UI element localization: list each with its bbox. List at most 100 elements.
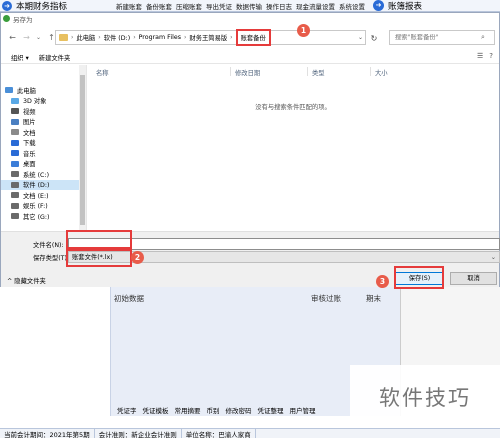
func-voucher-tidy[interactable]: 凭证整理 xyxy=(257,405,285,415)
function-bar: 凭证字 凭证模板 常用摘要 币别 修改密码 凭证整理 用户管理 xyxy=(116,405,317,415)
organize-button[interactable]: 组织 ▾ xyxy=(11,53,29,62)
initial-data-label[interactable]: 初始数据 xyxy=(114,293,144,304)
nav-item[interactable]: 图片 xyxy=(1,117,86,128)
app-topbar: ➜ 本期财务指标 新建账套 备份账套 压缩账套 导出凭证 数据传输 操作日志 现… xyxy=(0,0,500,12)
drive-icon xyxy=(11,213,19,220)
menu-new-ledger[interactable]: 新建账套 xyxy=(116,1,142,11)
nav-item-label: 此电脑 xyxy=(17,87,36,95)
hide-folders-label: 隐藏文件夹 xyxy=(14,278,46,285)
app-icon xyxy=(3,15,10,22)
nav-item[interactable]: 此电脑 xyxy=(1,85,86,96)
nav-item[interactable]: 其它 (G:) xyxy=(1,211,86,222)
func-change-password[interactable]: 修改密码 xyxy=(225,405,253,415)
app-statusbar: 当前会计期间：2021年第5期 会计准则：新企业会计准则 单位名称：巴渝人家商 xyxy=(0,428,500,438)
chevron-up-icon: ^ xyxy=(7,278,13,285)
menu-compress-ledger[interactable]: 压缩账套 xyxy=(176,1,202,11)
nav-item[interactable]: 3D 对象 xyxy=(1,96,86,107)
nav-item-label: 3D 对象 xyxy=(23,98,47,106)
step-badge-1: 1 xyxy=(297,24,310,37)
arrow-right-icon: ➜ xyxy=(2,0,12,11)
menu-operation-log[interactable]: 操作日志 xyxy=(266,1,292,11)
status-standard: 会计准则：新企业会计准则 xyxy=(95,428,182,438)
filename-input[interactable] xyxy=(68,238,500,250)
menu-system-settings[interactable]: 系统设置 xyxy=(339,1,365,11)
breadcrumb-this-pc[interactable]: 此电脑 xyxy=(76,33,95,42)
help-icon[interactable]: ? xyxy=(489,52,493,60)
nav-item[interactable]: 软件 (D:) xyxy=(1,179,86,190)
forward-arrow-icon[interactable]: → xyxy=(21,32,32,43)
audit-post-label[interactable]: 审核过账 xyxy=(311,293,341,304)
save-as-dialog: 另存为 ← → ⌄ ↑ › 此电脑 › 软件 (D:) › Program Fi… xyxy=(0,12,500,287)
nav-item[interactable]: 文档 (E:) xyxy=(1,190,86,201)
watermark: 软件技巧 xyxy=(350,365,500,428)
nav-item[interactable]: 视频 xyxy=(1,106,86,117)
search-input[interactable] xyxy=(395,34,481,41)
menu-backup-ledger[interactable]: 备份账套 xyxy=(146,1,172,11)
desktop-icon xyxy=(11,160,19,167)
nav-item[interactable]: 文档 xyxy=(1,127,86,138)
hide-folders-toggle[interactable]: ^ 隐藏文件夹 xyxy=(7,276,46,285)
breadcrumb-program-files[interactable]: Program Files xyxy=(139,34,181,41)
nav-item[interactable]: 系统 (C:) xyxy=(1,169,86,180)
nav-item[interactable]: 娱乐 (F:) xyxy=(1,201,86,212)
func-voucher-word[interactable]: 凭证字 xyxy=(116,405,138,415)
dialog-title-bar: 另存为 xyxy=(1,13,499,24)
column-modified[interactable]: 修改日期 xyxy=(235,68,260,77)
menu-data-transfer[interactable]: 数据传输 xyxy=(236,1,262,11)
nav-item[interactable]: 桌面 xyxy=(1,159,86,170)
refresh-icon[interactable]: ↻ xyxy=(368,33,380,45)
ledger-report-button[interactable]: ➜ 账簿报表 xyxy=(373,0,422,12)
column-size[interactable]: 大小 xyxy=(375,68,388,77)
nav-scrollbar[interactable] xyxy=(79,65,86,237)
func-currency[interactable]: 币别 xyxy=(206,405,221,415)
menu-export-voucher[interactable]: 导出凭证 xyxy=(206,1,232,11)
music-icon xyxy=(11,150,19,157)
new-folder-button[interactable]: 新建文件夹 xyxy=(39,53,70,62)
address-bar[interactable]: › 此电脑 › 软件 (D:) › Program Files › 财务王简易版… xyxy=(55,29,366,46)
address-dropdown-icon[interactable]: ⌄ xyxy=(358,34,363,41)
video-icon xyxy=(11,108,19,115)
nav-item-label: 下载 xyxy=(23,140,36,148)
scrollbar-thumb[interactable] xyxy=(80,75,85,225)
breadcrumb-drive-d[interactable]: 软件 (D:) xyxy=(104,33,130,42)
back-arrow-icon[interactable]: ← xyxy=(7,32,18,43)
app-title: 本期财务指标 xyxy=(16,1,68,12)
func-common-summary[interactable]: 常用摘要 xyxy=(174,405,202,415)
pictures-icon xyxy=(11,118,19,125)
ledger-report-label: 账簿报表 xyxy=(388,1,423,12)
navigation-pane: 此电脑 3D 对象 视频 图片 文档下载音乐 桌面 系统 (C:) 软件 (D:) 文档 (E:… xyxy=(1,65,87,237)
nav-item[interactable]: 下载 xyxy=(1,138,86,149)
func-user-management[interactable]: 用户管理 xyxy=(289,405,317,415)
func-voucher-template[interactable]: 凭证模板 xyxy=(142,405,170,415)
view-options-icon[interactable]: ☰ xyxy=(477,52,483,60)
status-period: 当前会计期间：2021年第5期 xyxy=(0,428,95,438)
chevron-down-icon: ⌄ xyxy=(490,254,496,261)
save-button[interactable]: 保存(S) xyxy=(395,272,444,285)
breadcrumb-backup-folder[interactable]: 账套备份 xyxy=(235,29,271,46)
search-icon[interactable]: ⌕ xyxy=(481,33,485,42)
period-end-label[interactable]: 期末 xyxy=(366,293,381,304)
drive-icon xyxy=(11,202,19,209)
dialog-toolbar: 组织 ▾ 新建文件夹 ☰ ? xyxy=(1,51,499,64)
nav-item[interactable]: 音乐 xyxy=(1,148,86,159)
nav-item-label: 娱乐 (F:) xyxy=(23,203,48,211)
address-row: ← → ⌄ ↑ › 此电脑 › 软件 (D:) › Program Files … xyxy=(1,28,499,46)
column-type[interactable]: 类型 xyxy=(312,68,325,77)
file-list-header: 名称 修改日期 类型 大小 xyxy=(87,65,499,77)
dialog-bottom-area: 文件名(N): 保存类型(T): 账套文件(*.lx) ⌄ ^ 隐藏文件夹 保存… xyxy=(1,231,500,287)
nav-item-label: 软件 (D:) xyxy=(23,182,50,190)
arrow-right-icon: ➜ xyxy=(373,0,384,11)
search-box[interactable]: ⌕ xyxy=(389,30,495,45)
column-name[interactable]: 名称 xyxy=(96,68,109,77)
dialog-title: 另存为 xyxy=(13,15,33,24)
nav-item-label: 音乐 xyxy=(23,150,36,158)
filetype-row: 保存类型(T): 账套文件(*.lx) ⌄ xyxy=(1,251,500,263)
documents-icon xyxy=(11,129,19,136)
status-company: 单位名称：巴渝人家商 xyxy=(182,428,256,438)
breadcrumb-app-folder[interactable]: 财务王简易版 xyxy=(189,33,227,42)
nav-item-label: 文档 xyxy=(23,129,36,137)
chevron-down-icon[interactable]: ⌄ xyxy=(33,32,44,43)
menu-cashflow-settings[interactable]: 现金流量设置 xyxy=(296,1,335,11)
filename-row: 文件名(N): xyxy=(1,238,500,250)
cancel-button[interactable]: 取消 xyxy=(450,272,497,285)
